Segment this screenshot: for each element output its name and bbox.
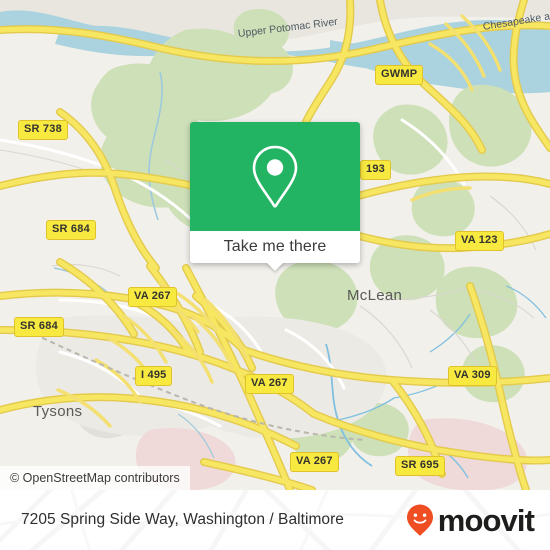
take-me-there-label: Take me there (223, 238, 327, 255)
road-shield-va-267-west[interactable]: VA 267 (128, 287, 177, 307)
moovit-wordmark: moovit (437, 502, 535, 538)
road-shield-i-495[interactable]: I 495 (135, 366, 173, 386)
moovit-logo[interactable]: moovit (405, 490, 535, 550)
road-shield-sr-695[interactable]: SR 695 (395, 456, 445, 476)
road-shield-va-267-center[interactable]: VA 267 (245, 374, 294, 394)
moovit-pin-smiley-icon (406, 504, 433, 536)
map-pin-icon (252, 145, 298, 208)
address-label: 7205 Spring Side Way, Washington / Balti… (21, 490, 344, 550)
road-shield-sr-684-south[interactable]: SR 684 (14, 317, 64, 337)
road-shield-sr-684-north[interactable]: SR 684 (46, 220, 96, 240)
footer-bar: 7205 Spring Side Way, Washington / Balti… (0, 490, 550, 550)
map-label-tysons: Tysons (33, 403, 83, 420)
callout-pointer-tail (266, 262, 284, 271)
map-canvas[interactable]: Upper Potomac River Chesapeake and McLea… (0, 0, 550, 490)
road-shield-va-309[interactable]: VA 309 (448, 366, 497, 386)
map-label-mclean: McLean (347, 287, 403, 304)
road-shield-va-267-south[interactable]: VA 267 (290, 452, 339, 472)
map-screenshot: Upper Potomac River Chesapeake and McLea… (0, 0, 550, 550)
road-shield-gwmp[interactable]: GWMP (375, 65, 424, 85)
road-shield-193[interactable]: 193 (360, 160, 391, 180)
callout-icon-area (190, 122, 360, 231)
address-text: 7205 Spring Side Way, Washington / Balti… (21, 511, 344, 528)
attribution-text: © OpenStreetMap contributors (10, 471, 180, 485)
road-shield-va-123[interactable]: VA 123 (455, 231, 504, 251)
map-attribution[interactable]: © OpenStreetMap contributors (0, 466, 190, 490)
callout-action-area[interactable]: Take me there (190, 231, 360, 271)
location-callout-card[interactable]: Take me there (190, 122, 360, 271)
road-shield-sr-738[interactable]: SR 738 (18, 120, 68, 140)
